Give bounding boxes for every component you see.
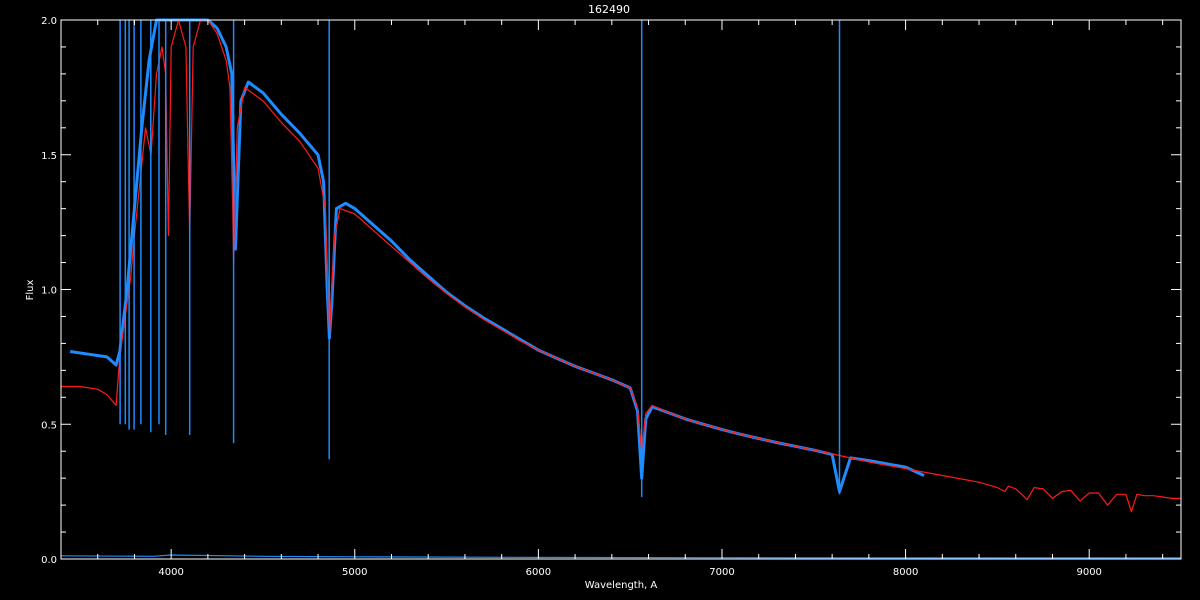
spectrum-chart: 162490 4000 5000 6000 7000 8000 9000 0.0 0.5 1.0… [0,0,1200,600]
y-tick-label: 1.5 [41,151,57,162]
x-tick-label: 9000 [1076,567,1101,578]
x-tick-label: 7000 [709,567,734,578]
x-axis-label: Wavelength, A [585,580,658,591]
y-tick-label: 0.0 [41,555,57,566]
y-tick-label: 0.5 [41,420,57,431]
y-tick-label: 1.0 [41,286,57,297]
y-tick-label: 2.0 [41,16,57,27]
x-tick-label: 8000 [893,567,918,578]
y-axis-label: Flux [25,280,36,301]
x-tick-label: 4000 [158,567,183,578]
x-tick-label: 6000 [526,567,551,578]
chart-background [0,0,1200,600]
x-tick-label: 5000 [342,567,367,578]
chart-title: 162490 [588,3,630,16]
